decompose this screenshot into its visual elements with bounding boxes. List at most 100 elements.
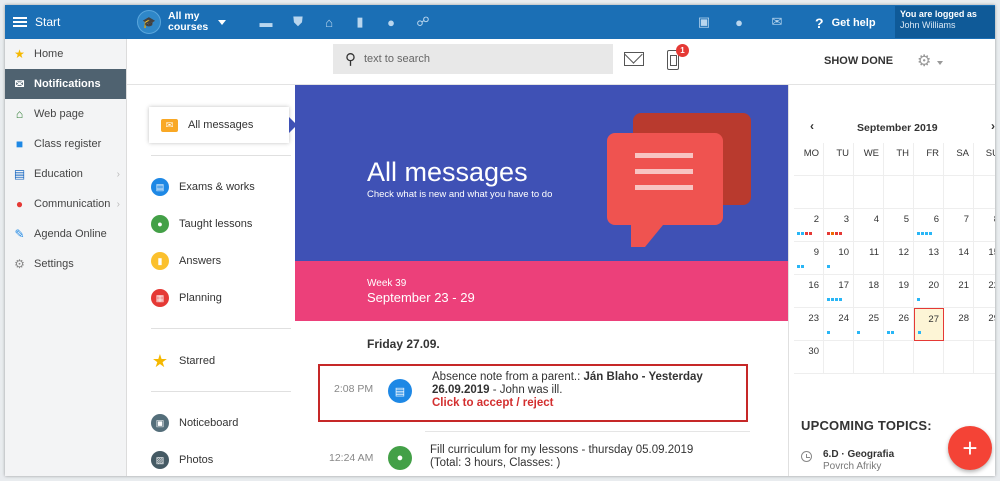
calendar-day[interactable]: 11 (854, 242, 884, 275)
chevron-down-icon[interactable] (937, 61, 943, 65)
sidebar-item-settings[interactable]: ⚙ Settings (5, 249, 126, 279)
divider (151, 155, 291, 156)
weekday-label: TU (824, 143, 854, 176)
people-icon[interactable]: ☍ (415, 14, 431, 30)
user-name: John Williams (900, 20, 956, 30)
add-button[interactable]: + (948, 426, 992, 470)
sidebar-item-home[interactable]: ★ Home (5, 39, 126, 69)
menu-item-starred[interactable]: ★ Starred (151, 343, 291, 379)
sidebar-item-notifications[interactable]: ✉ Notifications (5, 69, 126, 99)
calendar-day[interactable]: 24 (824, 308, 854, 341)
calendar-day[interactable] (854, 341, 884, 374)
calendar-day[interactable]: 2 (794, 209, 824, 242)
accept-reject-link[interactable]: Click to accept / reject (432, 397, 742, 410)
upcoming-topic-title[interactable]: 6.D · Geografia (823, 449, 894, 460)
top-bar: Start 🎓 All my courses ▬ ⛊ ⌂ ▮ ● ☍ ▣ ● ✉… (5, 5, 995, 39)
briefcase-icon[interactable]: ▬ (258, 14, 274, 30)
calendar-day[interactable]: 17 (824, 275, 854, 308)
calendar-weekday-header: MO TU WE TH FR SA SU (794, 143, 995, 176)
calendar-day[interactable]: 22 (974, 275, 995, 308)
calendar-day[interactable]: 23 (794, 308, 824, 341)
chat-icon[interactable]: ● (731, 14, 747, 30)
register-icon: ■ (15, 137, 24, 151)
menu-item-photos[interactable]: ▨ Photos (151, 442, 291, 476)
menu-item-exams[interactable]: ▤ Exams & works (151, 169, 291, 205)
calendar-day[interactable] (884, 341, 914, 374)
photo-icon: ▨ (151, 451, 169, 469)
calendar-day[interactable] (914, 176, 944, 209)
calendar-day[interactable] (794, 176, 824, 209)
event-dots (887, 331, 894, 334)
messages-envelope-icon[interactable] (624, 52, 644, 66)
search-input[interactable]: ⚲ text to search (333, 44, 613, 74)
calendar-day[interactable]: 20 (914, 275, 944, 308)
calendar-day[interactable]: 16 (794, 275, 824, 308)
mail-icon[interactable]: ✉ (769, 14, 785, 30)
calendar-day[interactable]: 10 (824, 242, 854, 275)
calendar-day[interactable]: 18 (854, 275, 884, 308)
calendar-day[interactable]: 13 (914, 242, 944, 275)
calendar-day[interactable]: 19 (884, 275, 914, 308)
calendar-day[interactable]: 25 (854, 308, 884, 341)
calendar-day-today[interactable]: 27 (914, 308, 944, 341)
menu-item-all-messages[interactable]: ✉ All messages (149, 107, 297, 143)
upcoming-topic-subtitle: Povrch Afriky (823, 461, 882, 472)
calendar-day[interactable]: 9 (794, 242, 824, 275)
calendar-day[interactable]: 4 (854, 209, 884, 242)
calendar-day[interactable]: 28 (944, 308, 974, 341)
calendar-day[interactable] (824, 176, 854, 209)
shield-icon[interactable]: ⛊ (290, 14, 306, 30)
event-dots (827, 298, 842, 301)
menu-item-label: Taught lessons (179, 218, 253, 230)
event-dots (827, 265, 830, 268)
start-menu-button[interactable]: Start (5, 5, 127, 39)
menu-item-answers[interactable]: ▮ Answers (151, 243, 291, 279)
calendar-day[interactable] (974, 341, 995, 374)
calendar-day[interactable]: 7 (944, 209, 974, 242)
menu-item-planning[interactable]: ▦ Planning (151, 280, 291, 316)
clock-icon (801, 451, 812, 462)
courses-selector[interactable]: 🎓 All my courses (137, 10, 227, 34)
building-icon[interactable]: ⌂ (321, 14, 337, 30)
message-item-curriculum[interactable]: Fill curriculum for my lessons - thursda… (430, 444, 770, 470)
award-icon[interactable]: ● (383, 14, 399, 30)
get-help-button[interactable]: ? Get help (815, 15, 876, 31)
calendar-day[interactable]: 8 (974, 209, 995, 242)
calendar-day[interactable]: 15 (974, 242, 995, 275)
divider (425, 431, 750, 432)
calendar-day[interactable] (824, 341, 854, 374)
calendar-prev-button[interactable]: ‹ (810, 119, 814, 133)
calendar-day[interactable] (854, 176, 884, 209)
calendar-day[interactable] (884, 176, 914, 209)
menu-item-taught-lessons[interactable]: ● Taught lessons (151, 206, 291, 242)
menu-item-noticeboard[interactable]: ▣ Noticeboard (151, 405, 291, 441)
noticeboard-icon: ▣ (151, 414, 169, 432)
calendar-day[interactable] (974, 176, 995, 209)
show-done-button[interactable]: SHOW DONE (824, 55, 893, 67)
calendar-day[interactable]: 12 (884, 242, 914, 275)
calendar-day[interactable] (944, 341, 974, 374)
screen-icon[interactable]: ▣ (696, 14, 712, 30)
message-item-absence-note[interactable]: 2:08 PM ▤ Absence note from a parent.: J… (318, 364, 748, 422)
calendar-day[interactable]: 14 (944, 242, 974, 275)
calendar-day[interactable] (914, 341, 944, 374)
bar-chart-icon[interactable]: ▮ (352, 14, 368, 30)
calendar-day[interactable]: 29 (974, 308, 995, 341)
calendar-day[interactable]: 21 (944, 275, 974, 308)
sidebar-item-education[interactable]: ▤ Education › (5, 159, 126, 189)
calendar-next-button[interactable]: › (991, 119, 995, 133)
settings-gear-icon[interactable]: ⚙ (917, 51, 931, 71)
sidebar-item-agenda-online[interactable]: ✎ Agenda Online (5, 219, 126, 249)
sidebar-item-communication[interactable]: ● Communication › (5, 189, 126, 219)
sidebar-item-web-page[interactable]: ⌂ Web page (5, 99, 126, 129)
user-menu[interactable]: You are logged as John Williams (895, 6, 995, 38)
calendar-day[interactable]: 3 (824, 209, 854, 242)
calendar-day[interactable]: 6 (914, 209, 944, 242)
calendar-day[interactable] (944, 176, 974, 209)
calendar-day[interactable]: 5 (884, 209, 914, 242)
sidebar-item-class-register[interactable]: ■ Class register (5, 129, 126, 159)
calendar-day[interactable]: 30 (794, 341, 824, 374)
notification-badge: 1 (676, 44, 689, 57)
calendar-day[interactable]: 26 (884, 308, 914, 341)
person-icon: ● (388, 446, 412, 470)
